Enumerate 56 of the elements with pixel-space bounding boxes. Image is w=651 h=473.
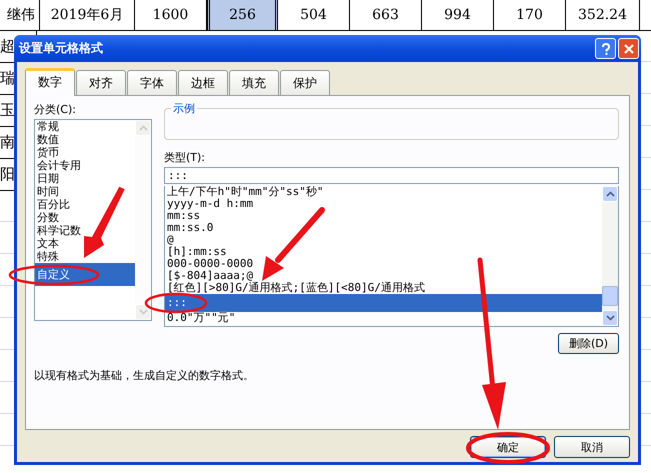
help-button[interactable]: [595, 38, 616, 59]
scroll-down-button[interactable]: [602, 310, 618, 326]
list-item[interactable]: 常规: [35, 120, 135, 133]
annotation-circle: [144, 292, 208, 314]
scroll-down-button[interactable]: [135, 304, 151, 320]
table-cell: 994: [422, 0, 494, 30]
list-item[interactable]: 时间: [35, 185, 135, 198]
type-label: 类型(T):: [164, 150, 206, 165]
list-item[interactable]: 文本: [35, 237, 135, 250]
list-item[interactable]: :::: [165, 294, 602, 312]
list-item[interactable]: mm:ss: [165, 210, 602, 222]
table-cell: 504: [278, 0, 350, 30]
list-item[interactable]: [红色][>80]G/通用格式;[蓝色][<80]G/通用格式: [165, 282, 602, 294]
tab[interactable]: 保护: [280, 70, 330, 95]
list-item[interactable]: 0.0"万""元": [165, 312, 602, 324]
list-item[interactable]: mm:ss.0: [165, 222, 602, 234]
annotation-arrow: [84, 186, 125, 258]
list-item[interactable]: 科学记数: [35, 224, 135, 237]
chevron-up-icon: [606, 191, 614, 197]
chevron-up-icon: [138, 125, 148, 131]
list-item[interactable]: [$-804]aaaa;@: [165, 270, 602, 282]
list-item[interactable]: 日期: [35, 172, 135, 185]
chevron-down-icon: [606, 315, 614, 321]
tab[interactable]: 数字: [25, 68, 75, 96]
list-item[interactable]: yyyy-m-d h:mm: [165, 198, 602, 210]
sample-label: 示例: [171, 101, 197, 116]
list-item[interactable]: 货币: [35, 146, 135, 159]
table-cell: 663: [350, 0, 422, 30]
table-cell: 256: [207, 0, 278, 30]
table-cell: 继伟: [0, 0, 40, 30]
list-item[interactable]: 000-0000-0000: [165, 258, 602, 270]
tab[interactable]: 边框: [178, 70, 228, 95]
table-cell: 170: [494, 0, 566, 30]
close-button[interactable]: [618, 38, 639, 59]
scroll-thumb[interactable]: [602, 286, 618, 306]
list-item[interactable]: 上午/下午h"时"mm"分"ss"秒": [165, 186, 602, 198]
delete-button[interactable]: 删除(D): [558, 333, 619, 354]
list-item[interactable]: 特殊: [35, 250, 135, 263]
tab[interactable]: 填充: [229, 70, 279, 95]
table-cell: 2019年6月: [40, 0, 135, 30]
tab[interactable]: 字体: [127, 70, 177, 95]
table-cell: 352.24: [566, 0, 640, 30]
close-icon: [622, 42, 634, 54]
list-item[interactable]: 会计专用: [35, 159, 135, 172]
description-text: 以现有格式为基础，生成自定义的数字格式。: [34, 368, 255, 383]
tab[interactable]: 对齐: [76, 70, 126, 95]
list-item[interactable]: [h]:mm:ss: [165, 246, 602, 258]
category-label: 分类(C):: [34, 102, 77, 117]
dialog-button[interactable]: 取消: [554, 436, 630, 458]
input-field[interactable]: :::: [164, 167, 619, 184]
chevron-down-icon: [138, 309, 148, 315]
list-item[interactable]: 数值: [35, 133, 135, 146]
list-item[interactable]: 分数: [35, 211, 135, 224]
scroll-up-button[interactable]: [602, 186, 618, 202]
list-item[interactable]: @: [165, 234, 602, 246]
list-item[interactable]: 百分比: [35, 198, 135, 211]
